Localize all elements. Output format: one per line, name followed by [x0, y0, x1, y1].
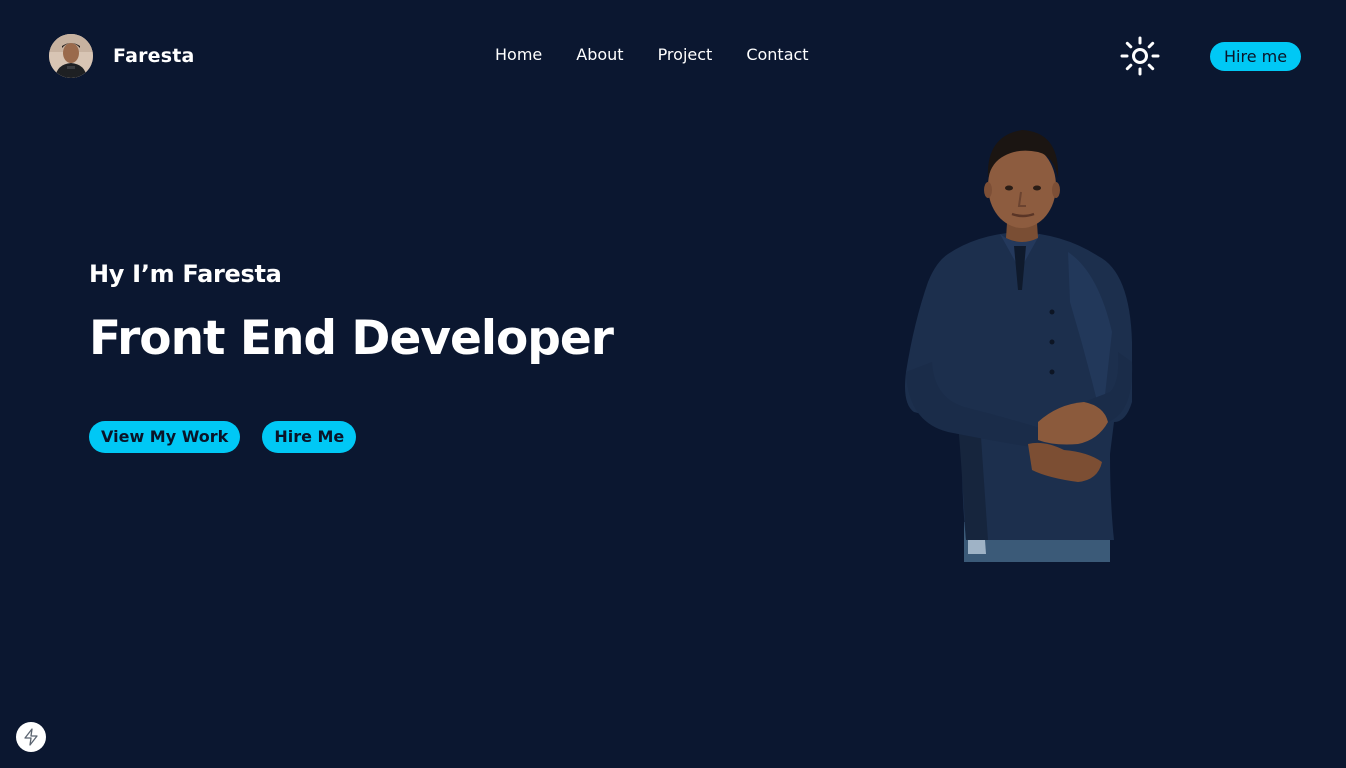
page: Faresta Home About Project Contact Hire …: [0, 0, 1346, 768]
hero-greeting: Hy I’m Faresta: [89, 260, 282, 288]
hire-me-button[interactable]: Hire Me: [262, 421, 357, 453]
sun-icon: [1120, 36, 1160, 76]
hero-actions: View My Work Hire Me: [89, 421, 357, 453]
brand-link[interactable]: Faresta: [49, 34, 195, 78]
nav-project[interactable]: Project: [658, 44, 713, 66]
navbar: Faresta Home About Project Contact Hire …: [0, 0, 1346, 112]
view-my-work-button[interactable]: View My Work: [89, 421, 241, 453]
lightning-icon: [24, 728, 38, 746]
hire-me-nav-button[interactable]: Hire me: [1210, 42, 1302, 71]
main-nav: Home About Project Contact: [495, 44, 809, 66]
hero-portrait: [888, 122, 1148, 564]
lightning-badge-button[interactable]: [16, 722, 46, 752]
brand-name: Faresta: [113, 45, 195, 67]
hero-title: Front End Developer: [89, 311, 614, 366]
nav-home[interactable]: Home: [495, 44, 542, 66]
theme-toggle-button[interactable]: [1118, 34, 1162, 78]
nav-contact[interactable]: Contact: [746, 44, 808, 66]
avatar-photo-icon: [49, 34, 93, 78]
nav-about[interactable]: About: [576, 44, 623, 66]
person-portrait-icon: [905, 130, 1133, 562]
avatar: [49, 34, 93, 78]
